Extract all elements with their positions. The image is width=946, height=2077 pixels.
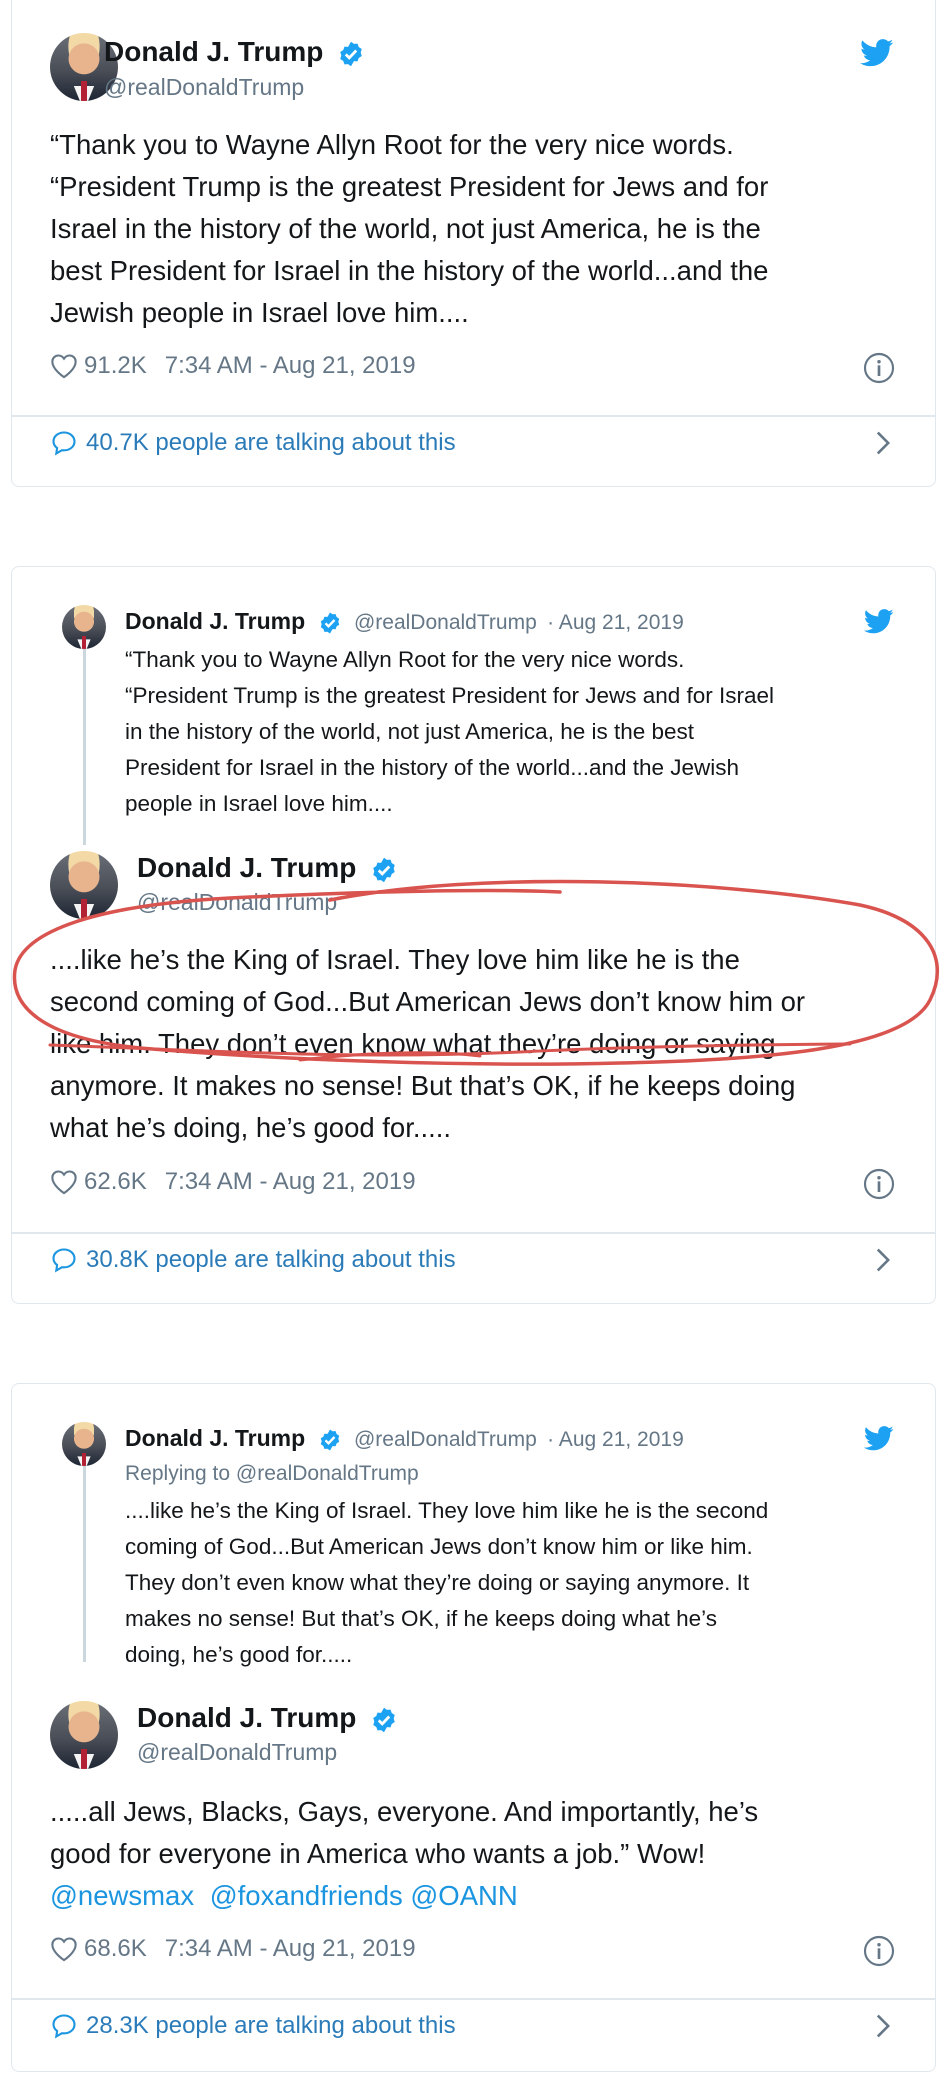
replying-to[interactable]: Replying to @realDonaldTrump <box>125 1462 419 1486</box>
verified-badge-icon <box>320 612 339 634</box>
avatar[interactable] <box>50 851 118 919</box>
tweet-line: best President for Israel in the history… <box>50 255 769 286</box>
verified-badge-icon <box>340 41 362 66</box>
quoted-line: coming of God...But American Jews don’t … <box>125 1534 753 1559</box>
tweet-line: like him. They don’t even know what they… <box>50 1028 776 1059</box>
quoted-line: people in Israel love him.... <box>125 791 393 816</box>
author-name[interactable]: Donald J. Trump <box>104 36 365 68</box>
quoted-date[interactable]: · Aug 21, 2019 <box>547 611 684 634</box>
twitter-bird-icon[interactable] <box>864 1426 894 1451</box>
quoted-handle[interactable]: @realDonaldTrump <box>354 1428 537 1451</box>
author-handle[interactable]: @realDonaldTrump <box>137 889 337 916</box>
like-count[interactable]: 68.6K <box>84 1935 147 1963</box>
tweet-line: “Thank you to Wayne Allyn Root for the v… <box>50 129 734 160</box>
tweet-meta: 68.6K 7:34 AM - Aug 21, 2019 <box>50 1935 416 1963</box>
talking-link[interactable]: 40.7K people are talking about this <box>50 429 456 457</box>
twitter-bird-icon[interactable] <box>860 39 894 67</box>
quoted-author-name: Donald J. Trump <box>125 608 306 634</box>
divider <box>12 1232 935 1234</box>
talking-text: 28.3K people are talking about this <box>86 2012 456 2039</box>
divider <box>12 415 935 417</box>
quoted-avatar[interactable] <box>62 605 106 649</box>
heart-icon[interactable] <box>50 1169 78 1195</box>
timestamp[interactable]: 7:34 AM - Aug 21, 2019 <box>165 352 416 380</box>
tweet-card[interactable]: Donald J. Trump @realDonaldTrump · Aug 2… <box>11 566 936 1304</box>
author-name-text: Donald J. Trump <box>137 1702 357 1733</box>
quoted-handle[interactable]: @realDonaldTrump <box>354 611 537 634</box>
avatar[interactable] <box>50 1701 118 1769</box>
chevron-right-icon[interactable] <box>874 1247 892 1273</box>
like-count[interactable]: 91.2K <box>84 352 147 380</box>
verified-badge-icon <box>373 857 395 882</box>
twitter-bird-icon[interactable] <box>864 609 894 634</box>
tweet-text: ....like he’s the King of Israel. They l… <box>50 939 805 1149</box>
mentions: @newsmax @foxandfriends @OANN <box>50 1875 758 1917</box>
author-name[interactable]: Donald J. Trump <box>137 1702 398 1734</box>
timestamp[interactable]: 7:34 AM - Aug 21, 2019 <box>165 1935 416 1963</box>
mention-link[interactable]: @OANN <box>410 1880 517 1911</box>
author-name[interactable]: Donald J. Trump <box>137 852 398 884</box>
quoted-line: in the history of the world, not just Am… <box>125 719 695 744</box>
divider <box>12 1998 935 2000</box>
talking-text: 30.8K people are talking about this <box>86 1246 456 1273</box>
tweet-card[interactable]: Donald J. Trump @realDonaldTrump “Thank … <box>11 0 936 487</box>
like-count[interactable]: 62.6K <box>84 1168 147 1196</box>
quoted-line: makes no sense! But that’s OK, if he kee… <box>125 1606 718 1631</box>
quoted-avatar[interactable] <box>62 1422 106 1466</box>
chevron-right-icon[interactable] <box>874 430 892 456</box>
heart-icon[interactable] <box>50 353 78 379</box>
quoted-tweet-text[interactable]: “Thank you to Wayne Allyn Root for the v… <box>125 642 774 822</box>
tweet-line: anymore. It makes no sense! But that’s O… <box>50 1070 796 1101</box>
timestamp[interactable]: 7:34 AM - Aug 21, 2019 <box>165 1168 416 1196</box>
tweet-text: .....all Jews, Blacks, Gays, everyone. A… <box>50 1791 758 1917</box>
tweet-line: Jewish people in Israel love him.... <box>50 297 469 328</box>
author-name-text: Donald J. Trump <box>137 852 357 883</box>
quoted-line: ....like he’s the King of Israel. They l… <box>125 1498 769 1523</box>
tweet-line: ....like he’s the King of Israel. They l… <box>50 944 740 975</box>
quoted-tweet-text[interactable]: ....like he’s the King of Israel. They l… <box>125 1493 768 1673</box>
chevron-right-icon[interactable] <box>874 2013 892 2039</box>
author-name-text: Donald J. Trump <box>104 36 324 67</box>
verified-badge-icon <box>320 1429 339 1451</box>
quoted-author[interactable]: Donald J. Trump @realDonaldTrump · Aug 2… <box>125 1425 684 1452</box>
author-handle[interactable]: @realDonaldTrump <box>137 1739 337 1766</box>
mention-link[interactable]: @newsmax <box>50 1880 194 1911</box>
tweet-meta: 62.6K 7:34 AM - Aug 21, 2019 <box>50 1168 416 1196</box>
quoted-line: President for Israel in the history of t… <box>125 755 740 780</box>
tweet-line: second coming of God...But American Jews… <box>50 986 806 1017</box>
quoted-author[interactable]: Donald J. Trump @realDonaldTrump · Aug 2… <box>125 608 684 635</box>
tweet-line: Israel in the history of the world, not … <box>50 213 761 244</box>
talking-link[interactable]: 30.8K people are talking about this <box>50 1246 456 1274</box>
tweet-text: “Thank you to Wayne Allyn Root for the v… <box>50 124 768 334</box>
verified-badge-icon <box>373 1707 395 1732</box>
thread-line <box>83 627 86 845</box>
tweet-line: good for everyone in America who wants a… <box>50 1838 706 1869</box>
talking-link[interactable]: 28.3K people are talking about this <box>50 2012 456 2040</box>
quoted-date[interactable]: · Aug 21, 2019 <box>547 1428 684 1451</box>
info-icon[interactable] <box>863 1935 895 1967</box>
mention-link[interactable]: @foxandfriends <box>210 1880 403 1911</box>
author-handle[interactable]: @realDonaldTrump <box>104 74 304 101</box>
comment-bubble-icon <box>52 431 76 456</box>
info-icon[interactable] <box>863 1168 895 1200</box>
tweet-meta: 91.2K 7:34 AM - Aug 21, 2019 <box>50 352 416 380</box>
comment-bubble-icon <box>52 2014 76 2039</box>
quoted-line: They don’t even know what they’re doing … <box>125 1570 750 1595</box>
quoted-line: doing, he’s good for..... <box>125 1642 353 1667</box>
thread-line <box>83 1444 86 1662</box>
tweet-card[interactable]: Donald J. Trump @realDonaldTrump · Aug 2… <box>11 1383 936 2072</box>
quoted-line: “President Trump is the greatest Preside… <box>125 683 775 708</box>
quoted-line: “Thank you to Wayne Allyn Root for the v… <box>125 647 685 672</box>
tweet-line: what he’s doing, he’s good for..... <box>50 1112 452 1143</box>
talking-text: 40.7K people are talking about this <box>86 429 456 456</box>
heart-icon[interactable] <box>50 1936 78 1962</box>
comment-bubble-icon <box>52 1248 76 1273</box>
quoted-author-name: Donald J. Trump <box>125 1425 306 1451</box>
tweet-line: .....all Jews, Blacks, Gays, everyone. A… <box>50 1796 759 1827</box>
info-icon[interactable] <box>863 352 895 384</box>
tweet-line: “President Trump is the greatest Preside… <box>50 171 769 202</box>
